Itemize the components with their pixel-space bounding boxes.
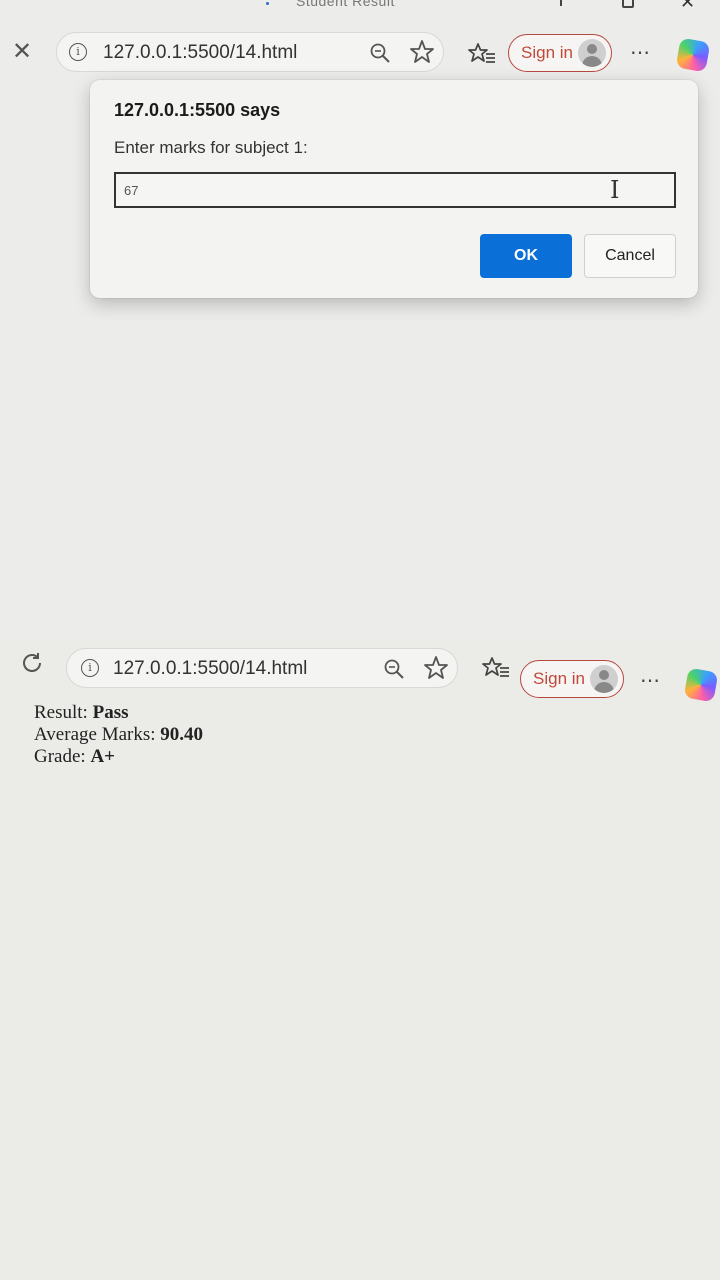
average-line: Average Marks: 90.40 <box>34 724 203 746</box>
grade-value: A+ <box>90 746 116 767</box>
address-bar[interactable]: i 127.0.0.1:5500/14.html <box>66 648 458 688</box>
copilot-icon[interactable] <box>675 37 711 73</box>
zoom-icon[interactable] <box>383 658 405 686</box>
dialog-title: 127.0.0.1:5500 says <box>114 100 281 120</box>
result-value: Pass <box>92 702 129 723</box>
sign-in-label: Sign in <box>521 43 573 62</box>
tab-title[interactable]: Student Result <box>296 0 395 9</box>
result-label: Result: <box>34 702 88 723</box>
dialog-message: Enter marks for subject 1: <box>114 138 308 157</box>
sign-in-label: Sign in <box>533 669 585 688</box>
marks-input[interactable] <box>114 172 676 208</box>
browser-toolbar: i 127.0.0.1:5500/14.html Sign in ⋯ <box>0 640 720 703</box>
sign-in-button[interactable]: Sign in <box>508 34 612 72</box>
cancel-button[interactable]: Cancel <box>584 234 676 278</box>
refresh-icon[interactable] <box>18 650 46 678</box>
grade-line: Grade: A+ <box>34 746 203 768</box>
favorite-star-icon[interactable] <box>409 39 435 72</box>
zoom-icon[interactable] <box>369 42 391 70</box>
avatar <box>578 39 606 67</box>
grade-label: Grade: <box>34 746 86 767</box>
browser-toolbar: ✕ i 127.0.0.1:5500/14.html Sign in ⋯ <box>0 26 720 82</box>
avatar <box>590 665 618 693</box>
copilot-icon[interactable] <box>683 667 719 703</box>
average-label: Average Marks: <box>34 724 156 745</box>
more-options-icon[interactable]: ⋯ <box>630 40 651 65</box>
sign-in-button[interactable]: Sign in <box>520 660 624 698</box>
address-bar[interactable]: i 127.0.0.1:5500/14.html <box>56 32 444 72</box>
prompt-dialog: 127.0.0.1:5500 says Enter marks for subj… <box>90 80 698 298</box>
url-text[interactable]: 127.0.0.1:5500/14.html <box>103 42 297 64</box>
average-value: 90.40 <box>160 724 204 745</box>
site-info-icon[interactable]: i <box>81 659 99 677</box>
more-options-icon[interactable]: ⋯ <box>640 668 661 693</box>
result-line: Result: Pass <box>34 702 203 724</box>
maximize-icon[interactable] <box>622 0 634 8</box>
screenshot-result-page: i 127.0.0.1:5500/14.html Sign in ⋯ Resul… <box>0 640 720 1280</box>
minimize-icon[interactable] <box>560 0 562 6</box>
url-text[interactable]: 127.0.0.1:5500/14.html <box>113 658 307 680</box>
window-close-icon[interactable]: ✕ <box>680 0 695 13</box>
screenshot-prompt-dialog: Student Result ✕ ✕ i 127.0.0.1:5500/14.h… <box>0 0 720 640</box>
tab-strip: Student Result ✕ <box>0 0 720 14</box>
favorites-list-icon[interactable] <box>468 42 496 72</box>
tab-loading-dot <box>266 2 269 5</box>
result-output: Result: Pass Average Marks: 90.40 Grade:… <box>34 702 203 768</box>
stop-loading-icon[interactable]: ✕ <box>8 38 36 66</box>
site-info-icon[interactable]: i <box>69 43 87 61</box>
ok-button[interactable]: OK <box>480 234 572 278</box>
favorite-star-icon[interactable] <box>423 655 449 688</box>
favorites-list-icon[interactable] <box>482 656 510 686</box>
